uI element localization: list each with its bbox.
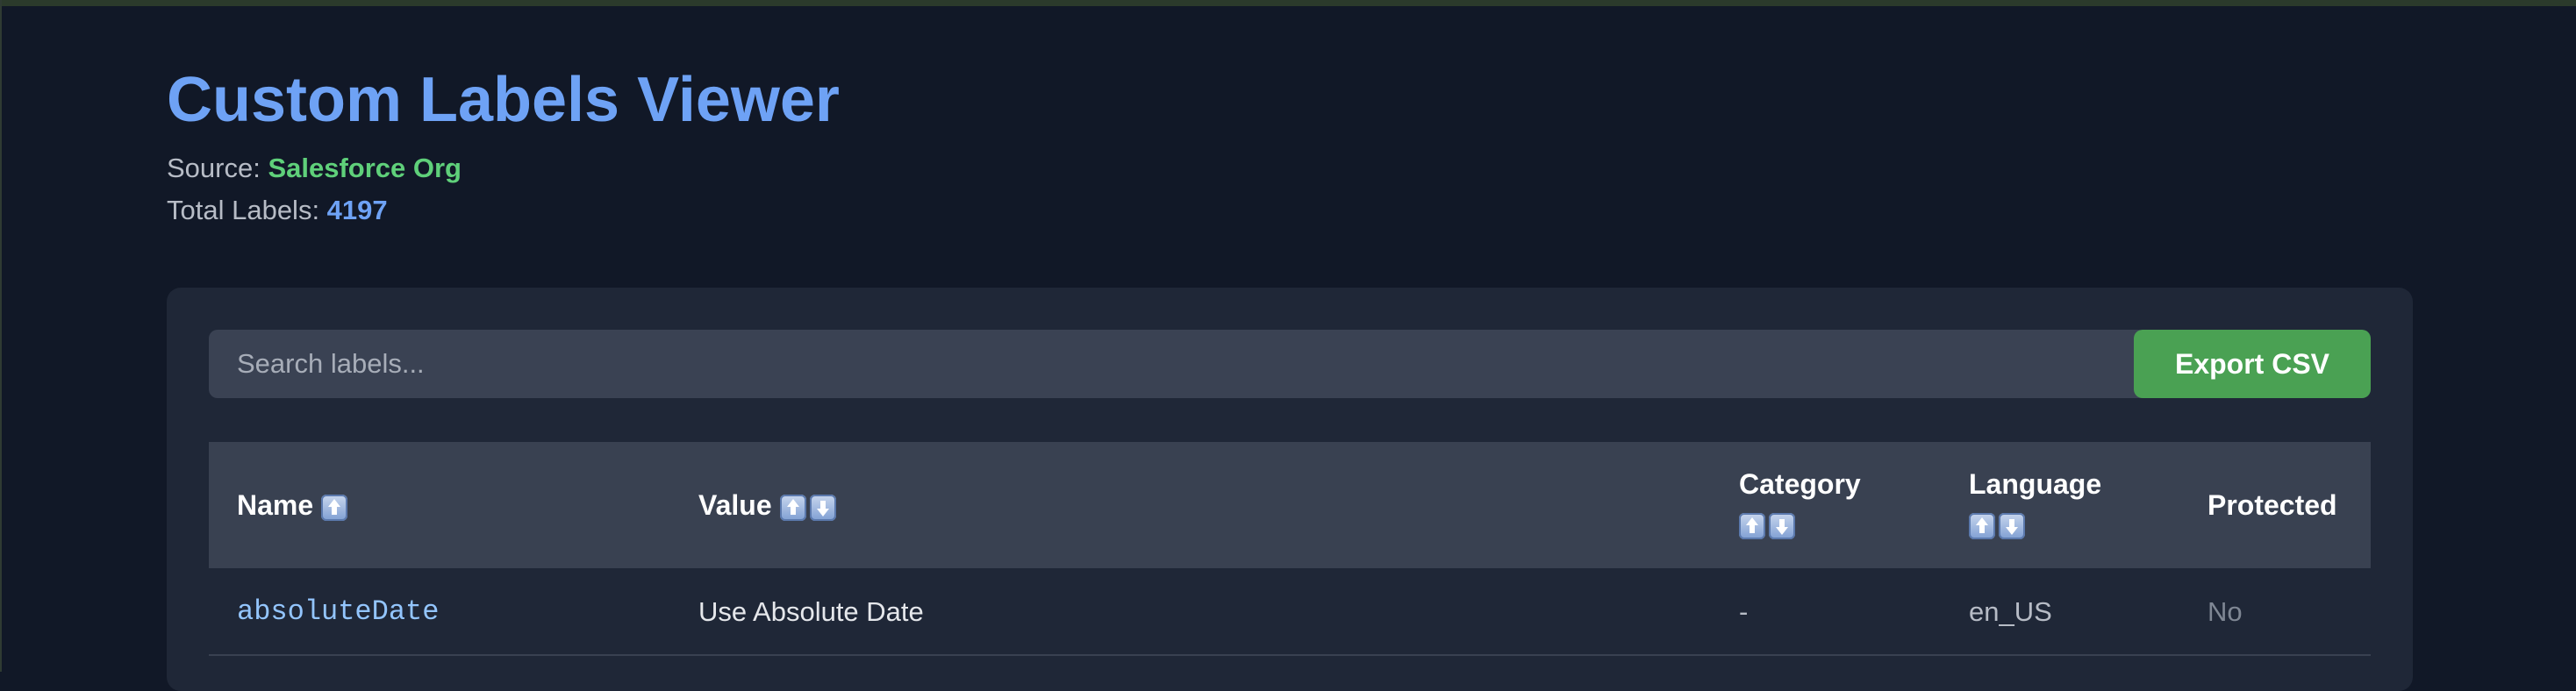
down-arrow-icon[interactable] bbox=[809, 494, 836, 521]
table-header: Name Value Category Language Protected bbox=[209, 442, 2371, 568]
label-language-cell: en_US bbox=[1969, 596, 2052, 627]
window-left-border bbox=[0, 0, 2, 672]
labels-card: Export CSV Name Value Category bbox=[167, 288, 2413, 691]
sort-controls bbox=[1969, 505, 2101, 547]
label-value-cell: Use Absolute Date bbox=[698, 596, 924, 627]
source-value: Salesforce Org bbox=[268, 153, 462, 183]
down-arrow-icon[interactable] bbox=[1769, 513, 1795, 539]
up-arrow-icon[interactable] bbox=[321, 494, 348, 521]
label-name-cell: absoluteDate bbox=[237, 595, 440, 628]
label-category-cell: - bbox=[1739, 596, 1749, 627]
search-input[interactable] bbox=[209, 330, 2148, 398]
column-header-label: Category bbox=[1739, 468, 1861, 500]
total-labels-count: 4197 bbox=[326, 195, 388, 225]
up-arrow-icon[interactable] bbox=[779, 494, 806, 521]
column-header-label: Value bbox=[698, 489, 772, 521]
column-header-label: Language bbox=[1969, 468, 2102, 500]
total-labels-label: Total Labels: bbox=[167, 195, 327, 225]
export-csv-button[interactable]: Export CSV bbox=[2134, 330, 2371, 398]
column-header-category[interactable]: Category bbox=[1739, 463, 1861, 547]
table-row[interactable]: absoluteDate Use Absolute Date - en_US N… bbox=[209, 568, 2371, 656]
label-protected-cell: No bbox=[2207, 596, 2243, 627]
column-header-label: Protected bbox=[2207, 489, 2337, 521]
source-line: Source: Salesforce Org bbox=[167, 151, 462, 186]
column-header-name[interactable]: Name bbox=[237, 484, 351, 529]
sort-controls bbox=[321, 487, 351, 529]
column-header-protected[interactable]: Protected bbox=[2207, 484, 2337, 526]
column-header-language[interactable]: Language bbox=[1969, 463, 2101, 547]
source-label: Source: bbox=[167, 153, 268, 183]
sort-controls bbox=[779, 487, 840, 529]
up-arrow-icon[interactable] bbox=[1969, 513, 1995, 539]
column-header-value[interactable]: Value bbox=[698, 484, 840, 529]
column-header-label: Name bbox=[237, 489, 314, 521]
window-top-border bbox=[0, 0, 2576, 6]
page-title: Custom Labels Viewer bbox=[167, 65, 840, 135]
down-arrow-icon[interactable] bbox=[1999, 513, 2025, 539]
up-arrow-icon[interactable] bbox=[1739, 513, 1765, 539]
sort-controls bbox=[1739, 505, 1861, 547]
total-labels-line: Total Labels: 4197 bbox=[167, 193, 388, 228]
